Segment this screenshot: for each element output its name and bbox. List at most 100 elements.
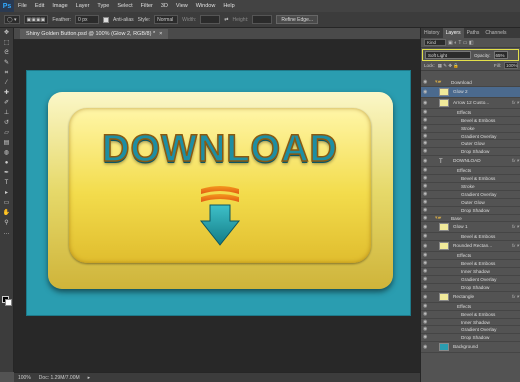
history-brush-tool-icon[interactable]: ↺ [2,119,12,128]
visibility-eye-icon[interactable]: ◉ [423,140,427,147]
visibility-eye-icon[interactable]: ◉ [423,334,427,341]
layer-effect-row[interactable]: ◉ Gradient Overlay [421,133,520,141]
menu-layer[interactable]: Layer [72,3,94,9]
menu-window[interactable]: Window [192,3,220,9]
fx-icon[interactable]: fx ▾ [512,222,519,232]
layer-effect-row[interactable]: ◉ Effects [421,167,520,176]
dodge-tool-icon[interactable]: ● [2,159,12,168]
visibility-eye-icon[interactable]: ◉ [423,125,427,132]
zoom-level[interactable]: 100% [18,375,31,381]
visibility-eye-icon[interactable]: ◉ [423,292,427,302]
menu-filter[interactable]: Filter [137,3,157,9]
document-tab[interactable]: Shiny Golden Button.psd @ 100% (Glow 2, … [20,28,169,39]
lasso-tool-icon[interactable]: ᘓ [2,49,12,58]
layer-row[interactable]: ◉ Background [421,342,520,354]
extra-tools-icon[interactable]: … [2,229,12,238]
layer-effect-row[interactable]: ◉ Stroke [421,183,520,191]
crop-tool-icon[interactable]: ⌗ [2,69,12,78]
opacity-input[interactable]: 65% [493,51,508,59]
move-tool-icon[interactable]: ✥ [2,29,12,38]
layer-effect-row[interactable]: ◉ Inner Shadow [421,319,520,327]
visibility-eye-icon[interactable]: ◉ [423,167,427,174]
filter-icons[interactable]: ▣ ◐ T ▭ ◧ [448,40,474,46]
layer-effect-row[interactable]: ◉ Bevel & Emboss [421,233,520,242]
menu-3d[interactable]: 3D [157,3,172,9]
eyedropper-tool-icon[interactable]: ⁄ [2,79,12,88]
feather-input[interactable]: 0 px [75,15,100,24]
antialias-checkbox[interactable] [103,16,110,23]
tab-history[interactable]: History [421,30,443,36]
visibility-eye-icon[interactable]: ◉ [423,342,427,352]
visibility-eye-icon[interactable]: ◉ [423,148,427,155]
layer-effect-row[interactable]: ◉ Drop Shadow [421,148,520,157]
fx-icon[interactable]: fx ▾ [512,156,519,166]
zoom-tool-icon[interactable]: ⚲ [2,219,12,228]
visibility-eye-icon[interactable]: ◉ [423,222,427,232]
swap-icon[interactable]: ⇄ [224,17,228,23]
layer-effect-row[interactable]: ◉ Gradient Overlay [421,276,520,284]
pen-tool-icon[interactable]: ✒ [2,169,12,178]
layer-effect-row[interactable]: ◉ Bevel & Emboss [421,117,520,125]
filter-kind-select[interactable]: Kind [424,39,446,46]
fx-icon[interactable]: fx ▾ [512,292,519,302]
visibility-eye-icon[interactable]: ◉ [423,241,427,251]
type-tool-icon[interactable]: T [2,179,12,188]
blur-tool-icon[interactable]: ◍ [2,149,12,158]
layer-effect-row[interactable]: ◉ Effects [421,303,520,311]
marquee-tool-icon[interactable]: ⬚ [2,39,12,48]
lock-icons[interactable]: ▦ ✎ ✥ 🔒 [438,63,459,69]
layer-effect-row[interactable]: ◉ Bevel & Emboss [421,311,520,319]
clone-stamp-tool-icon[interactable]: ⊥ [2,109,12,118]
gradient-tool-icon[interactable]: ▤ [2,139,12,148]
width-input[interactable] [200,15,221,24]
folder-icon[interactable]: ▾▰ [435,79,441,86]
layer-row[interactable]: ◉ Rounded Rectan... fx ▾ [421,241,520,253]
visibility-eye-icon[interactable]: ◉ [423,98,427,108]
visibility-eye-icon[interactable]: ◉ [423,311,427,318]
visibility-eye-icon[interactable]: ◉ [423,303,427,310]
menu-type[interactable]: Type [93,3,113,9]
visibility-eye-icon[interactable]: ◉ [423,175,427,182]
layer-effect-row[interactable]: ◉ Gradient Overlay [421,191,520,199]
refine-edge-button[interactable]: Refine Edge... [276,15,319,24]
menu-edit[interactable]: Edit [31,3,48,9]
visibility-eye-icon[interactable]: ◉ [423,87,427,97]
fx-icon[interactable]: fx ▾ [512,98,519,108]
layer-effect-row[interactable]: ◉ Drop Shadow [421,334,520,343]
layer-effect-row[interactable]: ◉ Bevel & Emboss [421,260,520,269]
marquee-preset-icon[interactable]: ◯ ▾ [4,15,20,24]
visibility-eye-icon[interactable]: ◉ [423,191,427,198]
hand-tool-icon[interactable]: ✋ [2,209,12,218]
menu-view[interactable]: View [172,3,192,9]
visibility-eye-icon[interactable]: ◉ [423,268,427,275]
visibility-eye-icon[interactable]: ◉ [423,326,427,333]
layer-effect-row[interactable]: ◉ Effects [421,252,520,261]
layer-effect-row[interactable]: ◉ Inner Shadow [421,268,520,277]
layer-effect-row[interactable]: ◉ Bevel & Emboss [421,175,520,184]
visibility-eye-icon[interactable]: ◉ [423,319,427,326]
layer-row[interactable]: ◉ Glow 1 fx ▾ [421,222,520,234]
height-input[interactable] [252,15,273,24]
layer-row[interactable]: ◉ ▾▰ Download [421,79,520,87]
folder-icon[interactable]: ▾▰ [435,215,441,222]
layer-effect-row[interactable]: ◉ Gradient Overlay [421,326,520,335]
layer-effect-row[interactable]: ◉ Effects [421,109,520,117]
brush-tool-icon[interactable]: ✐ [2,99,12,108]
visibility-eye-icon[interactable]: ◉ [423,156,427,166]
blend-mode-select[interactable]: Soft Light [425,51,471,59]
healing-tool-icon[interactable]: ✚ [2,89,12,98]
visibility-eye-icon[interactable]: ◉ [423,252,427,259]
tab-channels[interactable]: Channels [482,30,509,36]
canvas-area[interactable]: DOWNLOAD [14,40,420,372]
visibility-eye-icon[interactable]: ◉ [423,215,427,222]
background-color-swatch[interactable] [5,299,12,306]
path-select-tool-icon[interactable]: ▸ [2,189,12,198]
visibility-eye-icon[interactable]: ◉ [423,233,427,240]
menu-help[interactable]: Help [219,3,238,9]
quick-select-tool-icon[interactable]: ✎ [2,59,12,68]
tab-paths[interactable]: Paths [464,30,483,36]
layer-effect-row[interactable]: ◉ Drop Shadow [421,284,520,292]
fill-input[interactable]: 100% [504,62,518,69]
menu-file[interactable]: File [14,3,31,9]
menu-select[interactable]: Select [113,3,136,9]
